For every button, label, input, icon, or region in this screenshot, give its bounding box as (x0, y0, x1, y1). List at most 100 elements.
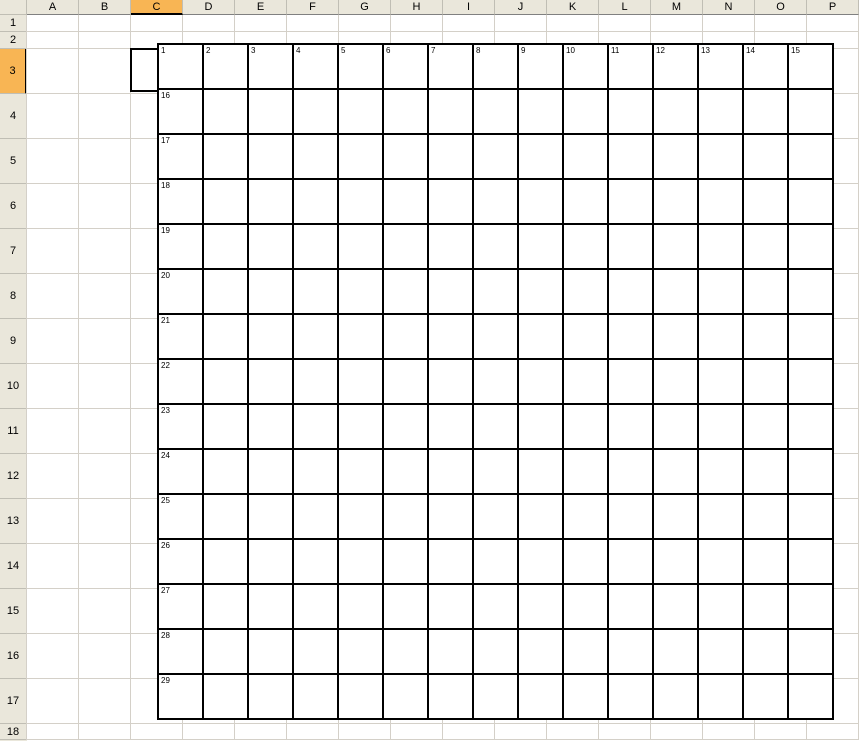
puzzle-cell[interactable]: 18 (158, 179, 203, 224)
puzzle-cell[interactable] (248, 89, 293, 134)
puzzle-cell[interactable] (788, 314, 833, 359)
column-header-b[interactable]: B (79, 0, 131, 15)
puzzle-cell[interactable] (383, 314, 428, 359)
puzzle-cell[interactable] (248, 584, 293, 629)
puzzle-cell[interactable] (563, 404, 608, 449)
puzzle-cell[interactable] (698, 449, 743, 494)
puzzle-cell[interactable] (563, 269, 608, 314)
row-header-8[interactable]: 8 (0, 274, 27, 319)
puzzle-cell[interactable] (608, 224, 653, 269)
puzzle-cell[interactable] (338, 494, 383, 539)
puzzle-cell[interactable] (653, 314, 698, 359)
puzzle-cell[interactable] (203, 629, 248, 674)
puzzle-cell[interactable] (788, 359, 833, 404)
puzzle-cell[interactable] (653, 674, 698, 719)
puzzle-cell[interactable] (743, 269, 788, 314)
puzzle-cell[interactable] (608, 404, 653, 449)
puzzle-cell[interactable] (248, 629, 293, 674)
puzzle-cell[interactable] (428, 494, 473, 539)
row-header-10[interactable]: 10 (0, 364, 27, 409)
puzzle-cell[interactable] (788, 404, 833, 449)
puzzle-cell[interactable] (383, 179, 428, 224)
puzzle-cell[interactable] (248, 404, 293, 449)
puzzle-cell[interactable] (743, 359, 788, 404)
row-header-7[interactable]: 7 (0, 229, 27, 274)
puzzle-cell[interactable] (473, 134, 518, 179)
puzzle-cell[interactable] (788, 269, 833, 314)
puzzle-cell[interactable] (653, 89, 698, 134)
puzzle-cell[interactable]: 23 (158, 404, 203, 449)
puzzle-cell[interactable] (518, 224, 563, 269)
row-header-17[interactable]: 17 (0, 679, 27, 724)
puzzle-cell[interactable]: 26 (158, 539, 203, 584)
puzzle-cell[interactable] (608, 269, 653, 314)
puzzle-cell[interactable] (608, 584, 653, 629)
puzzle-cell[interactable] (653, 494, 698, 539)
puzzle-cell[interactable] (338, 314, 383, 359)
column-header-g[interactable]: G (339, 0, 391, 15)
puzzle-cell[interactable] (743, 404, 788, 449)
column-header-c[interactable]: C (131, 0, 183, 15)
puzzle-cell[interactable] (473, 674, 518, 719)
puzzle-cell[interactable] (608, 674, 653, 719)
puzzle-cell[interactable] (293, 404, 338, 449)
puzzle-cell[interactable] (428, 89, 473, 134)
column-header-i[interactable]: I (443, 0, 495, 15)
puzzle-cell[interactable] (203, 494, 248, 539)
puzzle-cell[interactable] (428, 404, 473, 449)
puzzle-cell[interactable] (293, 314, 338, 359)
puzzle-cell[interactable]: 8 (473, 44, 518, 89)
puzzle-cell[interactable] (698, 179, 743, 224)
puzzle-cell[interactable]: 12 (653, 44, 698, 89)
puzzle-cell[interactable] (473, 224, 518, 269)
puzzle-cell[interactable] (248, 494, 293, 539)
puzzle-cell[interactable] (518, 674, 563, 719)
puzzle-cell[interactable]: 1 (158, 44, 203, 89)
column-header-k[interactable]: K (547, 0, 599, 15)
puzzle-cell[interactable] (203, 674, 248, 719)
puzzle-cell[interactable] (563, 314, 608, 359)
puzzle-cell[interactable] (338, 449, 383, 494)
puzzle-cell[interactable] (518, 89, 563, 134)
puzzle-cell[interactable]: 5 (338, 44, 383, 89)
puzzle-cell[interactable] (698, 539, 743, 584)
puzzle-cell[interactable] (428, 134, 473, 179)
puzzle-cell[interactable] (338, 674, 383, 719)
puzzle-cell[interactable] (653, 629, 698, 674)
puzzle-cell[interactable] (293, 224, 338, 269)
puzzle-cell[interactable] (473, 629, 518, 674)
puzzle-cell[interactable] (653, 359, 698, 404)
puzzle-cell[interactable]: 16 (158, 89, 203, 134)
puzzle-cell[interactable] (428, 224, 473, 269)
puzzle-cell[interactable] (653, 449, 698, 494)
puzzle-cell[interactable] (428, 359, 473, 404)
spreadsheet-grid[interactable]: 1234567891011121314151617181920212223242… (27, 15, 859, 741)
puzzle-cell[interactable] (293, 584, 338, 629)
puzzle-cell[interactable] (203, 359, 248, 404)
puzzle-cell[interactable] (293, 359, 338, 404)
puzzle-cell[interactable] (383, 629, 428, 674)
puzzle-cell[interactable]: 20 (158, 269, 203, 314)
puzzle-cell[interactable] (743, 179, 788, 224)
puzzle-cell[interactable] (563, 674, 608, 719)
puzzle-cell[interactable] (518, 359, 563, 404)
puzzle-cell[interactable] (473, 449, 518, 494)
puzzle-cell[interactable] (383, 224, 428, 269)
puzzle-cell[interactable] (473, 359, 518, 404)
puzzle-cell[interactable] (383, 539, 428, 584)
puzzle-cell[interactable] (248, 179, 293, 224)
puzzle-cell[interactable] (653, 269, 698, 314)
row-header-12[interactable]: 12 (0, 454, 27, 499)
puzzle-cell[interactable] (203, 539, 248, 584)
puzzle-cell[interactable]: 3 (248, 44, 293, 89)
puzzle-cell[interactable]: 14 (743, 44, 788, 89)
puzzle-cell[interactable] (698, 314, 743, 359)
puzzle-cell[interactable] (473, 584, 518, 629)
puzzle-cell[interactable] (518, 404, 563, 449)
puzzle-cell[interactable] (473, 494, 518, 539)
puzzle-cell[interactable] (653, 179, 698, 224)
puzzle-cell[interactable] (608, 314, 653, 359)
puzzle-cell[interactable] (293, 269, 338, 314)
puzzle-cell[interactable] (743, 89, 788, 134)
puzzle-cell[interactable] (338, 179, 383, 224)
